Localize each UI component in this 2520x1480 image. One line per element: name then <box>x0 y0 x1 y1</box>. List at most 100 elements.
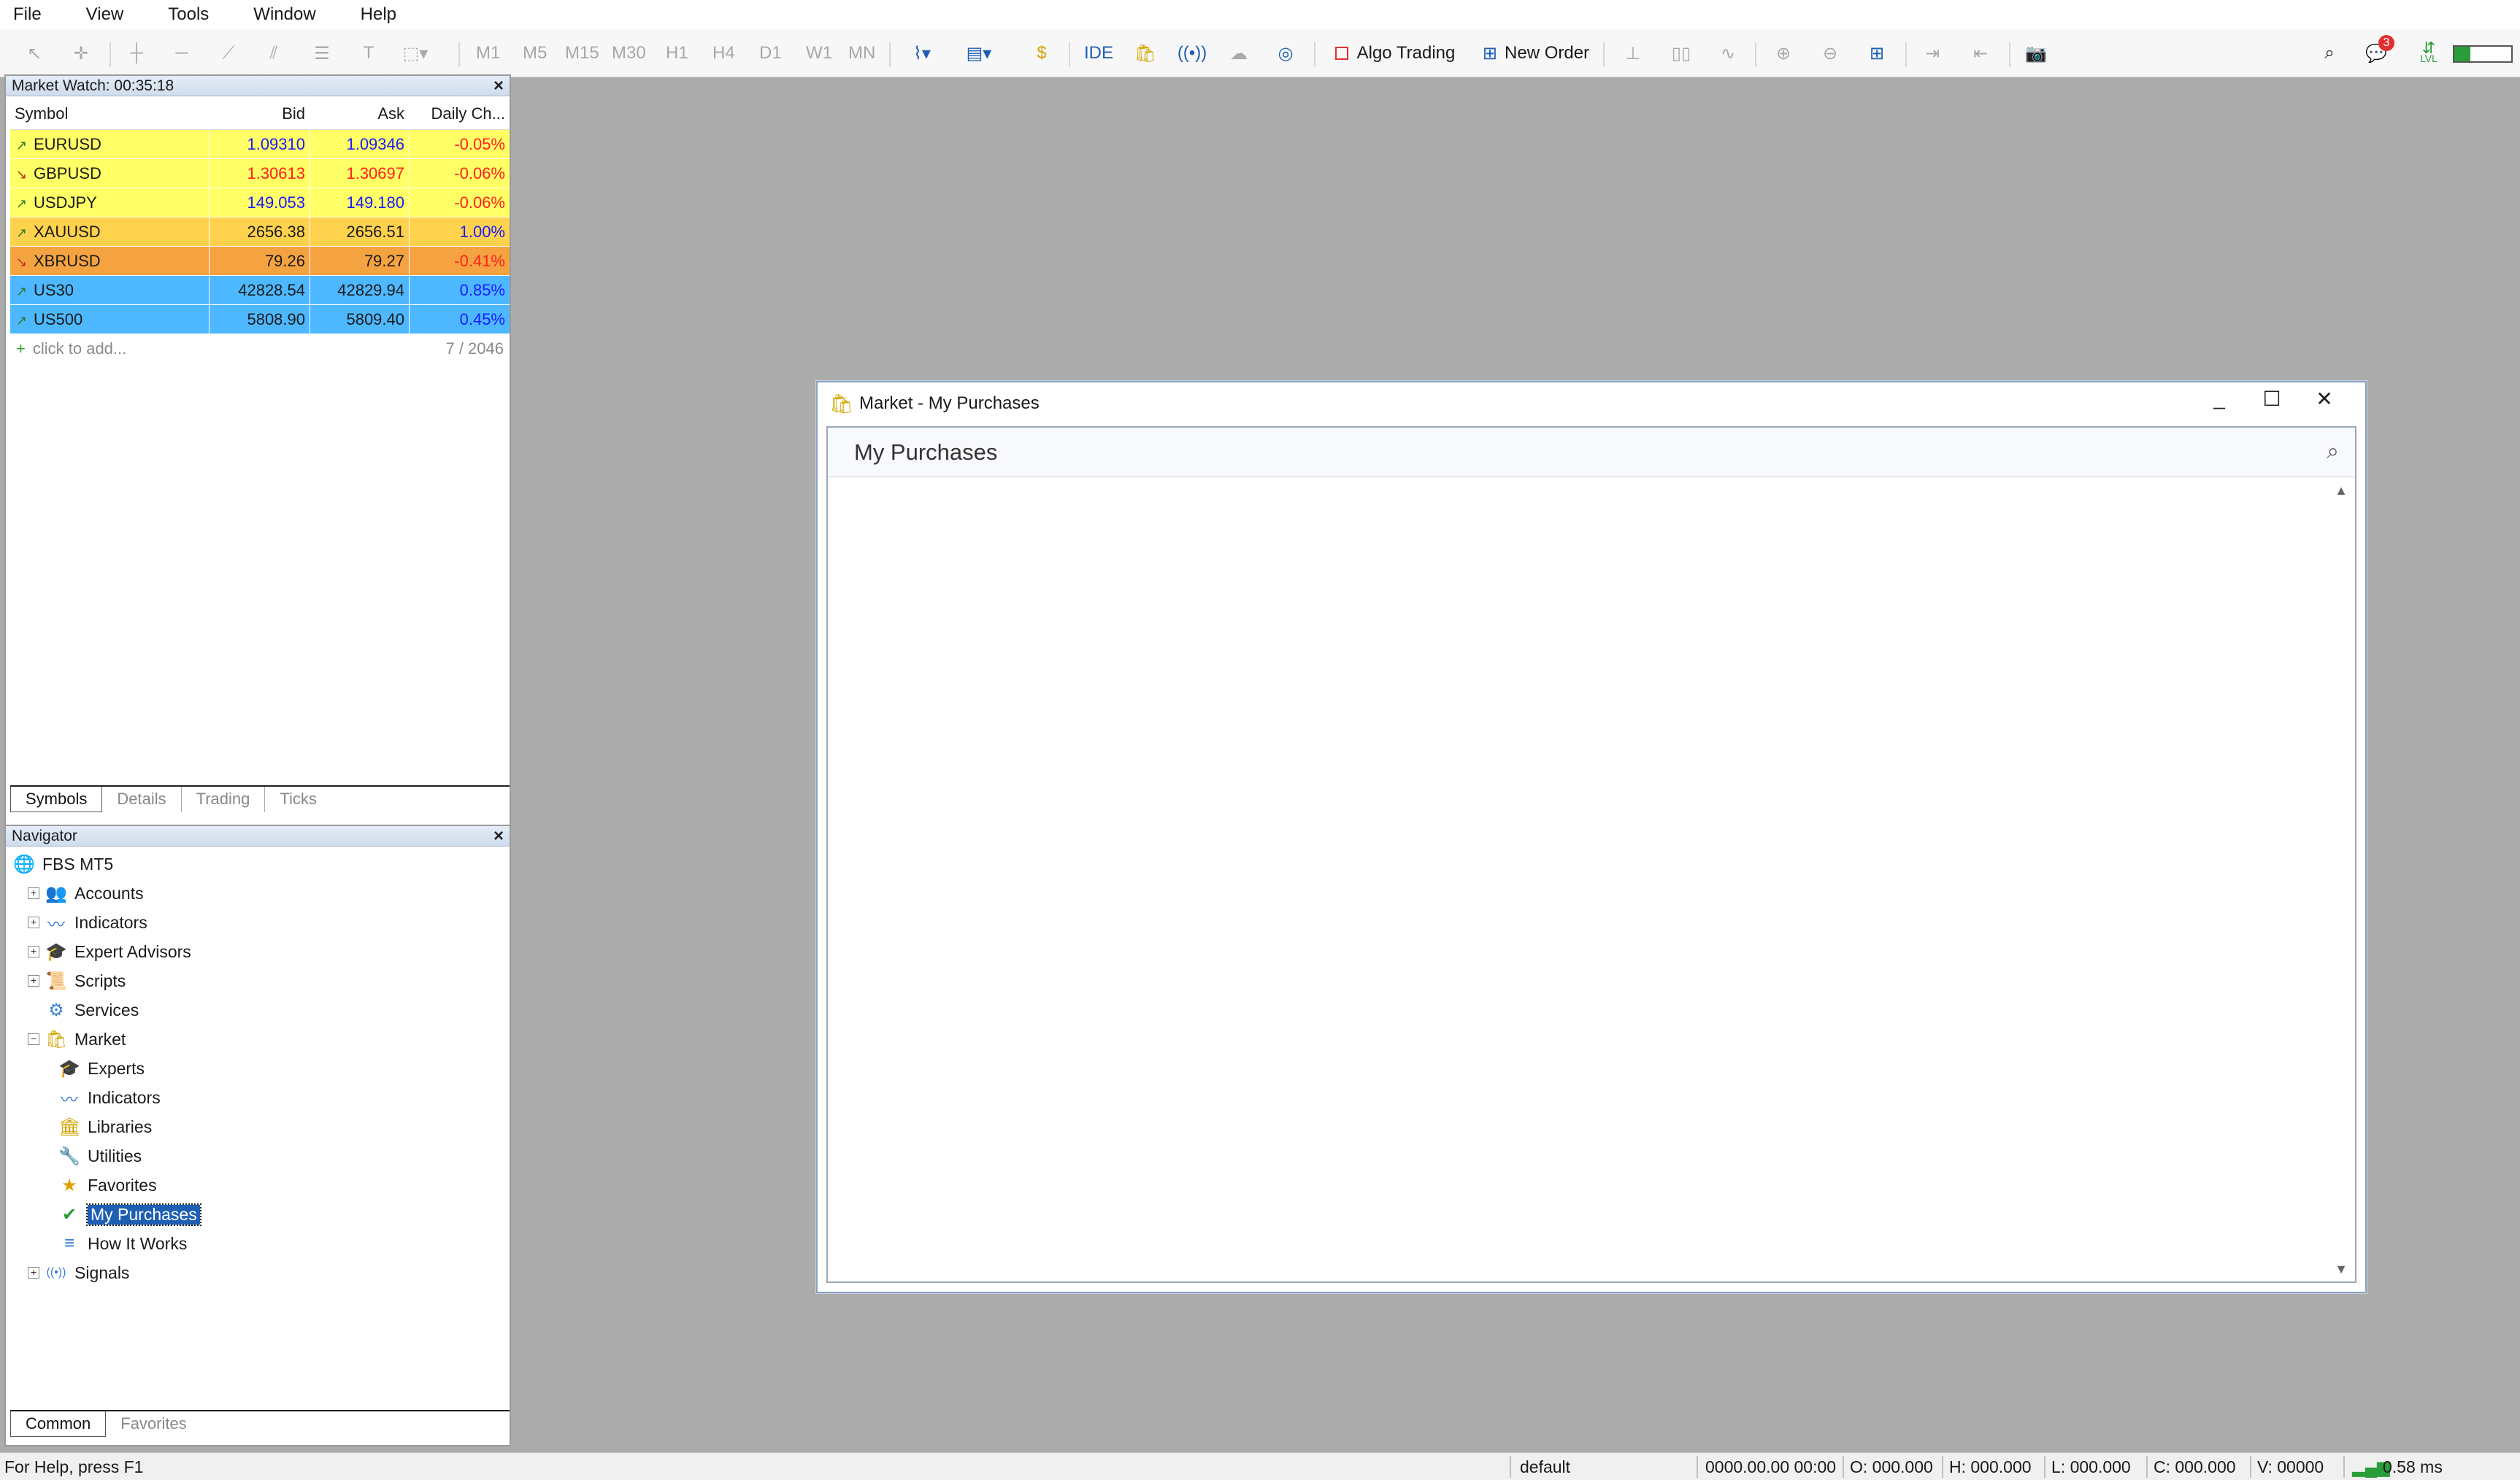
expand-icon[interactable]: + <box>28 975 39 987</box>
table-row[interactable]: ↗ US30 42828.54 42829.94 0.85% <box>10 275 510 305</box>
table-row[interactable]: ↘ GBPUSD 1.30613 1.30697 -0.06% <box>10 158 510 188</box>
tf-w1[interactable]: W1 <box>806 39 832 67</box>
text-icon[interactable]: T <box>352 39 385 67</box>
cloud-icon[interactable]: ☁ <box>1222 39 1256 67</box>
nav-item-label: Market <box>74 1029 126 1049</box>
search-icon[interactable]: ⌕ <box>2313 39 2346 67</box>
menu-tools[interactable]: Tools <box>164 4 213 25</box>
zoom-in-icon[interactable]: ⊕ <box>1767 39 1800 67</box>
market-bag-icon[interactable]: 🛍 <box>1129 39 1162 67</box>
column-daily-change[interactable]: Daily Ch... <box>409 104 510 123</box>
expand-icon[interactable]: + <box>28 917 39 928</box>
tf-h4[interactable]: H4 <box>712 39 735 67</box>
menu-window[interactable]: Window <box>249 4 320 25</box>
shapes-icon[interactable]: ⬚▾ <box>399 39 432 67</box>
nav-item[interactable]: ≡ How It Works <box>58 1230 187 1257</box>
close-icon[interactable]: ✕ <box>2298 387 2351 411</box>
expand-icon[interactable]: + <box>28 946 39 957</box>
tf-m30[interactable]: M30 <box>612 39 646 67</box>
ask-cell: 42829.94 <box>310 275 409 305</box>
nav-item[interactable]: 🌐 FBS MT5 <box>13 851 113 877</box>
nav-item[interactable]: 🏛 Libraries <box>58 1114 152 1140</box>
tf-mn[interactable]: MN <box>848 39 875 67</box>
table-row[interactable]: ↗ USDJPY 149.053 149.180 -0.06% <box>10 188 510 217</box>
tf-m15[interactable]: M15 <box>565 39 599 67</box>
expand-icon[interactable]: + <box>28 1267 39 1279</box>
fibonacci-icon[interactable]: ☰ <box>305 39 339 67</box>
table-row[interactable]: ↗ EURUSD 1.09310 1.09346 -0.05% <box>10 129 510 159</box>
menu-file[interactable]: File <box>9 4 46 25</box>
nav-item[interactable]: ★ Favorites <box>58 1172 156 1198</box>
vps-icon[interactable]: ◎ <box>1269 39 1302 67</box>
chart-shift-icon[interactable]: ⇤ <box>1964 39 1997 67</box>
nav-item[interactable]: ⚙ Services <box>28 997 139 1023</box>
menu-help[interactable]: Help <box>356 4 401 25</box>
screenshot-icon[interactable]: 📷 <box>2019 39 2053 67</box>
bid-cell: 1.30613 <box>209 158 310 188</box>
cursor-icon[interactable]: ↖ <box>18 39 51 67</box>
collapse-icon[interactable]: − <box>28 1033 39 1045</box>
chart-type-icon[interactable]: ⌇▾ <box>905 39 939 67</box>
scroll-down-icon[interactable]: ▼ <box>2335 1262 2348 1277</box>
grid-icon[interactable]: ⊞ <box>1860 39 1894 67</box>
nav-item[interactable]: 〰 Indicators <box>58 1084 161 1111</box>
tf-d1[interactable]: D1 <box>759 39 782 67</box>
dollar-icon[interactable]: $ <box>1025 39 1059 67</box>
algo-trading-button[interactable]: Algo Trading <box>1326 39 1464 67</box>
minimize-icon[interactable]: _ <box>2193 387 2246 411</box>
column-ask[interactable]: Ask <box>310 104 409 123</box>
nav-item[interactable]: 🔧 Utilities <box>58 1143 142 1169</box>
crosshair-icon[interactable]: ✛ <box>64 39 98 67</box>
channel-icon[interactable]: ⫽ <box>257 39 291 67</box>
ping-time[interactable]: 0.58 ms <box>2383 1457 2443 1477</box>
nav-item[interactable]: − 🛍 Market <box>28 1026 126 1052</box>
line-chart-icon[interactable]: ∿ <box>1711 39 1745 67</box>
indicators-dropdown-icon[interactable]: ▤▾ <box>962 39 996 67</box>
notifications-icon[interactable]: 💬 3 <box>2359 35 2394 67</box>
horizontal-line-icon[interactable]: ─ <box>165 39 199 67</box>
daily-change-cell: -0.06% <box>409 158 510 188</box>
nav-item[interactable]: 🎓 Experts <box>58 1055 145 1082</box>
table-row[interactable]: ↗ XAUUSD 2656.38 2656.51 1.00% <box>10 217 510 247</box>
close-icon[interactable]: × <box>493 826 504 847</box>
tab-common[interactable]: Common <box>10 1411 107 1437</box>
table-row[interactable]: ↘ XBRUSD 79.26 79.27 -0.41% <box>10 246 510 276</box>
column-bid[interactable]: Bid <box>209 104 310 123</box>
nav-item[interactable]: + 👥 Accounts <box>28 880 144 906</box>
tab-favorites[interactable]: Favorites <box>106 1411 201 1437</box>
nav-item[interactable]: + 🎓 Expert Advisors <box>28 939 191 965</box>
nav-item[interactable]: + 〰 Indicators <box>28 909 147 936</box>
tab-details[interactable]: Details <box>102 787 182 812</box>
profile-name[interactable]: default <box>1520 1457 1570 1477</box>
nav-item[interactable]: + 📜 Scripts <box>28 968 126 994</box>
add-symbol-row[interactable]: + click to add... 7 / 2046 <box>10 334 510 363</box>
table-row[interactable]: ↗ US500 5808.90 5809.40 0.45% <box>10 304 510 334</box>
ide-button[interactable]: IDE <box>1080 39 1117 67</box>
maximize-icon[interactable]: ☐ <box>2246 387 2298 411</box>
expand-icon[interactable]: + <box>28 887 39 899</box>
search-icon[interactable]: ⌕ <box>2327 439 2339 464</box>
close-icon[interactable]: × <box>493 76 504 96</box>
trendline-icon[interactable]: ⟋ <box>212 39 245 67</box>
tf-m5[interactable]: M5 <box>523 39 547 67</box>
signals-icon[interactable]: ((•)) <box>1175 39 1209 67</box>
autoscroll-icon[interactable]: ⇥ <box>1916 39 1949 67</box>
nav-item[interactable]: ✔ My Purchases <box>58 1201 201 1227</box>
tab-trading[interactable]: Trading <box>182 787 266 812</box>
tf-m1[interactable]: M1 <box>476 39 500 67</box>
menu-view[interactable]: View <box>82 4 128 25</box>
new-order-button[interactable]: ⊞ New Order <box>1478 39 1594 67</box>
tf-h1[interactable]: H1 <box>666 39 688 67</box>
connection-meter <box>2453 45 2513 63</box>
tab-symbols[interactable]: Symbols <box>10 787 103 812</box>
bar-chart-icon[interactable]: ⊥ <box>1616 39 1650 67</box>
scroll-up-icon[interactable]: ▲ <box>2335 483 2348 498</box>
candlestick-icon[interactable]: ▯▯ <box>1664 39 1698 67</box>
window-titlebar[interactable]: 🛍 Market - My Purchases _ ☐ ✕ <box>818 382 2365 425</box>
help-text: For Help, press F1 <box>4 1457 144 1476</box>
vertical-line-icon[interactable]: ┼ <box>120 39 153 67</box>
nav-item[interactable]: + ((•)) Signals <box>28 1260 129 1286</box>
zoom-out-icon[interactable]: ⊖ <box>1813 39 1847 67</box>
tab-ticks[interactable]: Ticks <box>265 787 331 812</box>
column-symbol[interactable]: Symbol <box>10 104 209 123</box>
